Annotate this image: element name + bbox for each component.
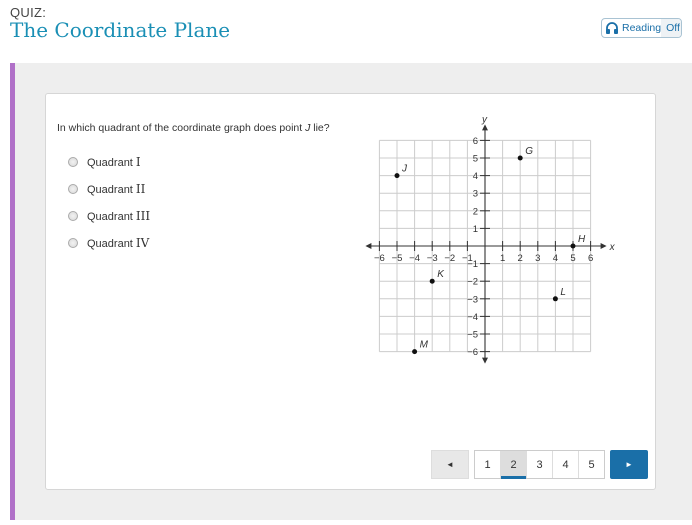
- x-tick-label: 3: [535, 253, 540, 264]
- y-tick-label: 1: [473, 224, 478, 235]
- page-3-button[interactable]: 3: [527, 451, 553, 478]
- radio-button[interactable]: [68, 156, 78, 167]
- option-label: Quadrant II: [87, 181, 146, 196]
- point-j: [394, 173, 400, 179]
- option-label: Quadrant I: [87, 154, 141, 169]
- y-tick-label: −5: [467, 330, 478, 341]
- page-1-button[interactable]: 1: [475, 451, 501, 478]
- point-h: [570, 243, 576, 249]
- radio-button[interactable]: [68, 210, 78, 221]
- question-card: In which quadrant of the coordinate grap…: [45, 93, 656, 490]
- x-tick-label: 6: [588, 253, 593, 264]
- point-g: [517, 155, 523, 161]
- point-l: [552, 296, 558, 302]
- option-quadrant-2[interactable]: Quadrant II: [68, 175, 150, 202]
- y-axis-label: y: [481, 114, 488, 125]
- page-5-button[interactable]: 5: [579, 451, 604, 478]
- x-axis-label: x: [609, 242, 616, 253]
- y-tick-label: 4: [473, 171, 478, 182]
- previous-page-button[interactable]: ◄: [431, 450, 469, 479]
- radio-button[interactable]: [68, 183, 78, 194]
- y-tick-label: −3: [467, 294, 478, 305]
- x-tick-label: −6: [374, 253, 385, 264]
- page-title: The Coordinate Plane: [10, 18, 231, 42]
- coordinate-graph: xy−6 −5 −4 −3 −2 −1 1 2 3 4 5 6654321−1−2−3−4−5−6JG…: [365, 114, 616, 364]
- pagination: ◄ 1 2 3 4 5 ►: [431, 450, 648, 479]
- x-tick-label: 5: [570, 253, 575, 264]
- x-tick-label: 1: [500, 253, 505, 264]
- point-label-h: H: [578, 234, 586, 245]
- option-label: Quadrant III: [87, 208, 151, 223]
- point-label-m: M: [420, 340, 429, 351]
- point-label-l: L: [560, 287, 566, 298]
- option-label: Quadrant IV: [87, 235, 150, 250]
- x-tick-label: 2: [518, 253, 523, 264]
- y-tick-label: −4: [467, 312, 478, 323]
- point-label-g: G: [525, 146, 533, 157]
- option-quadrant-4[interactable]: Quadrant IV: [68, 229, 150, 256]
- y-tick-label: 2: [473, 206, 478, 217]
- y-tick-label: −1: [467, 259, 478, 270]
- x-axis-right-arrow: [600, 243, 607, 249]
- y-tick-label: 6: [473, 136, 478, 147]
- question-text: In which quadrant of the coordinate grap…: [57, 122, 330, 134]
- point-label-j: J: [401, 164, 408, 175]
- page-numbers: 1 2 3 4 5: [474, 450, 605, 479]
- y-tick-label: −2: [467, 277, 478, 288]
- point-m: [412, 349, 418, 355]
- headphones-icon: [606, 22, 618, 34]
- y-tick-label: 3: [473, 189, 478, 200]
- reading-state: Off: [661, 19, 681, 37]
- x-tick-label: 4: [553, 253, 558, 264]
- next-page-button[interactable]: ►: [610, 450, 648, 479]
- x-tick-label: −3: [427, 253, 438, 264]
- x-tick-label: −5: [392, 253, 403, 264]
- option-quadrant-3[interactable]: Quadrant III: [68, 202, 150, 229]
- option-quadrant-1[interactable]: Quadrant I: [68, 148, 150, 175]
- radio-button[interactable]: [68, 237, 78, 248]
- page-4-button[interactable]: 4: [553, 451, 579, 478]
- reading-toggle[interactable]: Reading Off: [601, 18, 682, 38]
- x-tick-label: −2: [444, 253, 455, 264]
- y-axis-down-arrow: [482, 357, 488, 364]
- point-k: [429, 278, 435, 284]
- reading-label: Reading: [622, 22, 662, 34]
- y-tick-label: −6: [467, 347, 478, 358]
- point-label-k: K: [437, 269, 445, 280]
- page-2-button[interactable]: 2: [501, 451, 527, 479]
- y-tick-label: 5: [473, 154, 478, 165]
- x-tick-label: −4: [409, 253, 420, 264]
- answer-options: Quadrant I Quadrant II Quadrant III Quadran…: [68, 148, 150, 256]
- x-axis-left-arrow: [365, 243, 372, 249]
- left-accent-bar: [10, 63, 15, 520]
